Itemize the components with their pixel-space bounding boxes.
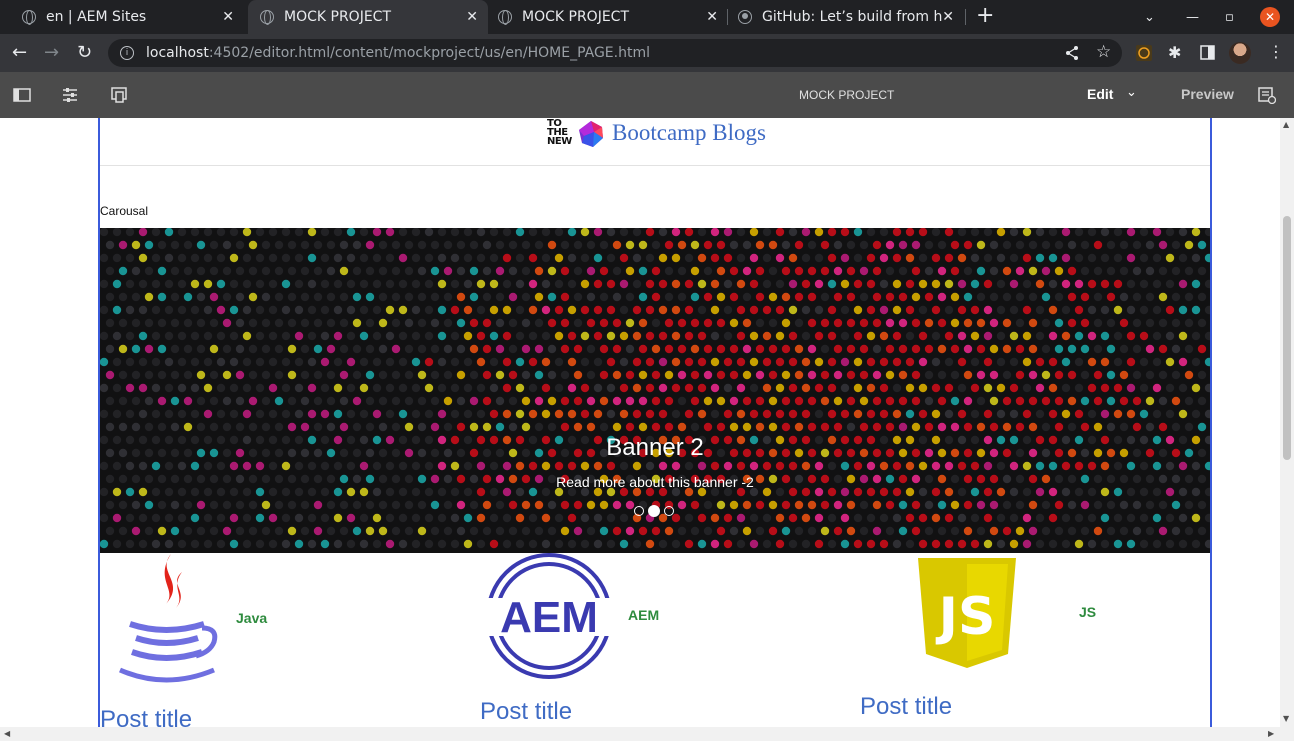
card-label-java[interactable]: Java — [236, 610, 267, 626]
banner-title: Banner 2 — [606, 434, 704, 461]
tab-github[interactable]: GitHub: Let’s build from h ✕ — [728, 0, 964, 34]
vertical-scrollbar[interactable]: ▲ ▼ — [1280, 118, 1294, 727]
site-title[interactable]: Bootcamp Blogs — [612, 120, 766, 146]
new-tab-button[interactable]: + — [976, 3, 994, 28]
bookmark-star-icon[interactable]: ☆ — [1096, 42, 1111, 62]
close-tab-icon[interactable]: ✕ — [706, 9, 718, 25]
forward-arrow-icon[interactable]: → — [44, 42, 59, 63]
github-icon — [738, 10, 752, 24]
gem-logo-icon — [579, 121, 603, 147]
aem-editor-toolbar: MOCK PROJECT Edit ⌄ Preview — [0, 72, 1294, 118]
globe-icon — [22, 10, 36, 25]
js-logo-icon[interactable]: JS — [918, 558, 1016, 668]
tab-label: GitHub: Let’s build from h — [762, 9, 943, 25]
post-title-aem[interactable]: Post title — [480, 698, 572, 726]
banner-subtitle: Read more about this banner -2 — [556, 474, 754, 490]
restore-icon[interactable]: ▫ — [1225, 0, 1234, 34]
emulator-devices-icon[interactable] — [110, 86, 128, 104]
carousel-banner[interactable]: Banner 2 Read more about this banner -2 — [100, 228, 1210, 553]
tab-label: en | AEM Sites — [46, 9, 147, 25]
reload-icon[interactable]: ↻ — [77, 42, 92, 63]
extensions-puzzle-icon[interactable]: ✱ — [1168, 43, 1181, 62]
back-arrow-icon[interactable]: ← — [12, 42, 27, 63]
scroll-up-icon[interactable]: ▲ — [1283, 120, 1289, 129]
site-header[interactable]: TO THE NEW Bootcamp Blogs — [100, 118, 1210, 166]
post-title-js[interactable]: Post title — [860, 693, 952, 721]
chevron-down-icon[interactable]: ⌄ — [1126, 85, 1137, 100]
java-logo-icon[interactable] — [116, 552, 218, 688]
carousel-dot-3[interactable] — [664, 506, 674, 516]
close-icon: ✕ — [1260, 7, 1280, 27]
svg-text:JS: JS — [936, 587, 996, 647]
menu-kebab-icon[interactable]: ⋮ — [1268, 42, 1284, 61]
url-path: :4502/editor.html/content/mockproject/us… — [208, 45, 650, 61]
globe-icon — [498, 10, 512, 25]
page-canvas[interactable]: TO THE NEW Bootcamp Blogs Carousal Banne… — [0, 118, 1280, 727]
url-host: localhost — [146, 45, 209, 61]
address-bar[interactable]: i localhost:4502/editor.html/content/moc… — [108, 39, 1122, 67]
carousel-indicators — [634, 505, 674, 517]
globe-icon — [260, 10, 274, 25]
carousel-dot-1[interactable] — [634, 506, 644, 516]
tab-label: MOCK PROJECT — [284, 9, 391, 25]
browser-toolbar: ← → ↻ i localhost:4502/editor.html/conte… — [0, 34, 1294, 72]
close-tab-icon[interactable]: ✕ — [222, 9, 234, 25]
close-tab-icon[interactable]: ✕ — [466, 9, 478, 25]
profile-avatar[interactable] — [1229, 42, 1251, 64]
side-panel-toggle-icon[interactable] — [13, 86, 31, 104]
minimize-icon[interactable]: — — [1186, 0, 1199, 34]
card-label-aem[interactable]: AEM — [628, 607, 659, 623]
post-title-java[interactable]: Post title — [100, 706, 192, 727]
scroll-right-icon[interactable]: ▶ — [1268, 729, 1274, 738]
carousel-dot-2[interactable] — [648, 505, 660, 517]
tab-mock-project[interactable]: MOCK PROJECT ✕ — [488, 0, 728, 34]
card-label-js[interactable]: JS — [1079, 604, 1096, 620]
preview-button[interactable]: Preview — [1181, 86, 1234, 102]
aem-logo-icon[interactable]: AEM — [482, 552, 616, 680]
carousel-label: Carousal — [100, 204, 149, 218]
tab-search-chevron-icon[interactable]: ⌄ — [1144, 0, 1155, 34]
tab-separator — [965, 9, 966, 25]
share-icon[interactable] — [1064, 45, 1080, 61]
tab-label: MOCK PROJECT — [522, 9, 629, 25]
scrollbar-thumb[interactable] — [1283, 216, 1291, 460]
svg-text:AEM: AEM — [500, 593, 598, 642]
close-tab-icon[interactable]: ✕ — [942, 9, 954, 25]
editor-page-title: MOCK PROJECT — [799, 88, 895, 102]
mode-selector-edit[interactable]: Edit — [1087, 86, 1113, 102]
tab-aem-sites[interactable]: en | AEM Sites ✕ — [12, 0, 244, 34]
scroll-left-icon[interactable]: ◀ — [4, 729, 10, 738]
annotations-icon[interactable] — [1258, 86, 1276, 104]
page-properties-sliders-icon[interactable] — [61, 86, 79, 104]
site-info-icon[interactable]: i — [120, 46, 134, 60]
tab-mock-project-active[interactable]: MOCK PROJECT ✕ — [248, 0, 488, 34]
to-the-new-logo[interactable]: TO THE NEW — [547, 119, 572, 147]
side-panel-icon[interactable] — [1200, 45, 1215, 60]
extension-icon[interactable] — [1136, 45, 1152, 61]
window-close-button[interactable]: ✕ — [1260, 0, 1280, 34]
browser-tab-strip: en | AEM Sites ✕ MOCK PROJECT ✕ MOCK PRO… — [0, 0, 1294, 34]
scroll-down-icon[interactable]: ▼ — [1283, 714, 1289, 723]
horizontal-scrollbar[interactable]: ◀ ▶ — [0, 727, 1294, 741]
logo-line: NEW — [547, 136, 572, 147]
